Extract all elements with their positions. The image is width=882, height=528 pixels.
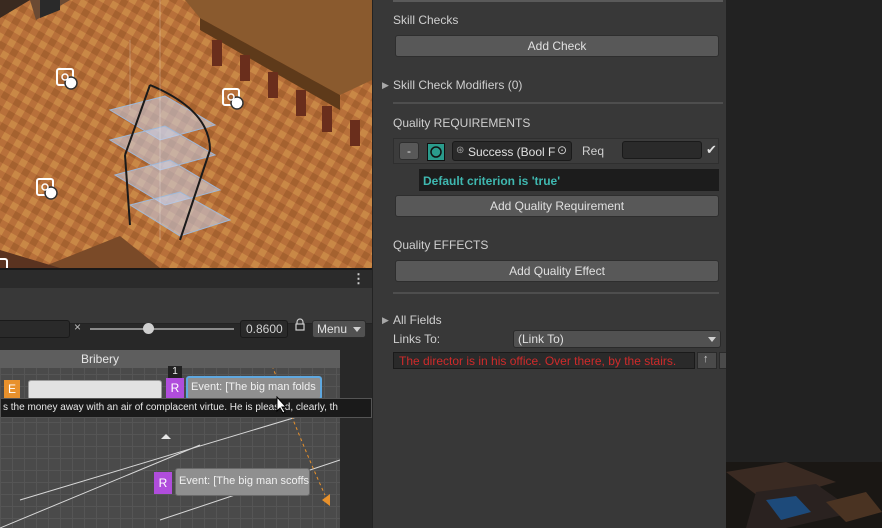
badge-count: 1 <box>168 366 182 378</box>
node-e-tag[interactable]: E <box>4 380 20 398</box>
quality-effects-heading: Quality EFFECTS <box>393 238 489 252</box>
lock-icon[interactable] <box>295 318 305 332</box>
panel-options-icon[interactable]: ⋮ <box>352 271 365 287</box>
links-to-dropdown[interactable]: (Link To) <box>513 330 721 348</box>
event-node-label: Event: [The big man scoffs <box>179 475 310 487</box>
scene-view-canvas <box>0 0 372 268</box>
event-node[interactable]: Event: [The big man scoffs <box>175 468 310 496</box>
zoom-slider-handle[interactable] <box>143 323 154 334</box>
graph-toolbar: × 0.8600 Menu <box>0 288 372 338</box>
req-value-field[interactable] <box>622 141 702 159</box>
scene-gizmo-icon[interactable] <box>0 256 12 268</box>
graph-search-input[interactable] <box>0 320 70 338</box>
foldout-arrow-icon[interactable]: ▶ <box>382 315 389 326</box>
links-to-label: Links To: <box>393 332 441 346</box>
quality-object-value: Success (Bool F <box>468 145 556 159</box>
node-r-tag[interactable]: R <box>166 378 184 398</box>
divider <box>393 102 723 104</box>
foldout-arrow-icon[interactable]: ▶ <box>382 80 389 91</box>
req-label: Req <box>582 144 605 158</box>
object-picker-icon[interactable]: ⊙ <box>557 143 567 157</box>
connection-arrow-icon <box>161 434 171 439</box>
add-quality-effect-button[interactable]: Add Quality Effect <box>395 260 719 282</box>
add-check-button[interactable]: Add Check <box>395 35 719 57</box>
scene-gizmo-icon[interactable] <box>34 176 60 202</box>
scene-gizmo-icon[interactable] <box>54 66 80 92</box>
quality-object-icon: ⊛ <box>456 145 465 156</box>
quality-object-field[interactable]: ⊛ Success (Bool F ⊙ <box>452 141 572 161</box>
quality-asset-icon <box>427 143 445 161</box>
links-to-value: (Link To) <box>518 332 564 346</box>
node-r-tag[interactable]: R <box>154 472 172 494</box>
clear-search-icon[interactable]: × <box>74 320 81 334</box>
menu-dropdown[interactable]: Menu <box>312 320 366 338</box>
arrow-up-icon: ↑ <box>703 353 709 365</box>
dialogue-text-field[interactable]: The director is in his office. Over ther… <box>393 352 695 369</box>
connection-arrow-icon <box>322 494 330 506</box>
inspector-panel: Skill Checks Add Check ▶ Skill Check Mod… <box>372 0 727 528</box>
node-group-title: Bribery <box>80 352 119 366</box>
all-fields-foldout[interactable]: All Fields <box>393 313 442 327</box>
inspector-top-bar <box>393 0 723 2</box>
skill-checks-heading: Skill Checks <box>393 13 459 27</box>
skill-check-modifiers-foldout[interactable]: Skill Check Modifiers (0) <box>393 78 522 92</box>
remove-requirement-button[interactable]: - <box>399 142 419 160</box>
add-quality-requirement-button[interactable]: Add Quality Requirement <box>395 195 719 217</box>
zoom-slider[interactable] <box>90 323 234 334</box>
zoom-value-field[interactable]: 0.8600 <box>240 320 288 338</box>
mouse-cursor-icon <box>276 395 288 414</box>
game-view-thumbnail <box>726 462 882 528</box>
right-empty-panel <box>726 0 882 462</box>
chevron-down-icon <box>353 327 361 332</box>
dialogue-text-value: The director is in his office. Over ther… <box>399 354 677 368</box>
divider <box>393 292 719 294</box>
graph-node[interactable] <box>28 380 162 400</box>
event-node-label: Event: [The big man folds <box>191 381 316 393</box>
default-criterion-text: Default criterion is 'true' <box>423 174 561 188</box>
game-view-image <box>726 462 882 528</box>
checkmark-icon[interactable]: ✔ <box>706 142 717 158</box>
node-tooltip: s the money away with an air of complace… <box>0 398 372 418</box>
menu-dropdown-label: Menu <box>317 322 348 336</box>
dialogue-graph-panel: ⋮ × 0.8600 Menu Bribery 1 E R Event: [Th… <box>0 270 372 528</box>
panel-header: ⋮ <box>0 270 372 288</box>
move-up-button[interactable]: ↑ <box>697 352 717 369</box>
event-node[interactable]: Event: [The big man folds <box>186 376 322 400</box>
default-criterion-box: Default criterion is 'true' <box>419 169 719 191</box>
chevron-down-icon <box>708 337 716 342</box>
requirement-row: - ⊛ Success (Bool F ⊙ Req ✔ <box>393 138 719 164</box>
quality-requirements-heading: Quality REQUIREMENTS <box>393 116 531 130</box>
scene-gizmo-icon[interactable] <box>220 86 246 112</box>
scene-view[interactable] <box>0 0 372 268</box>
